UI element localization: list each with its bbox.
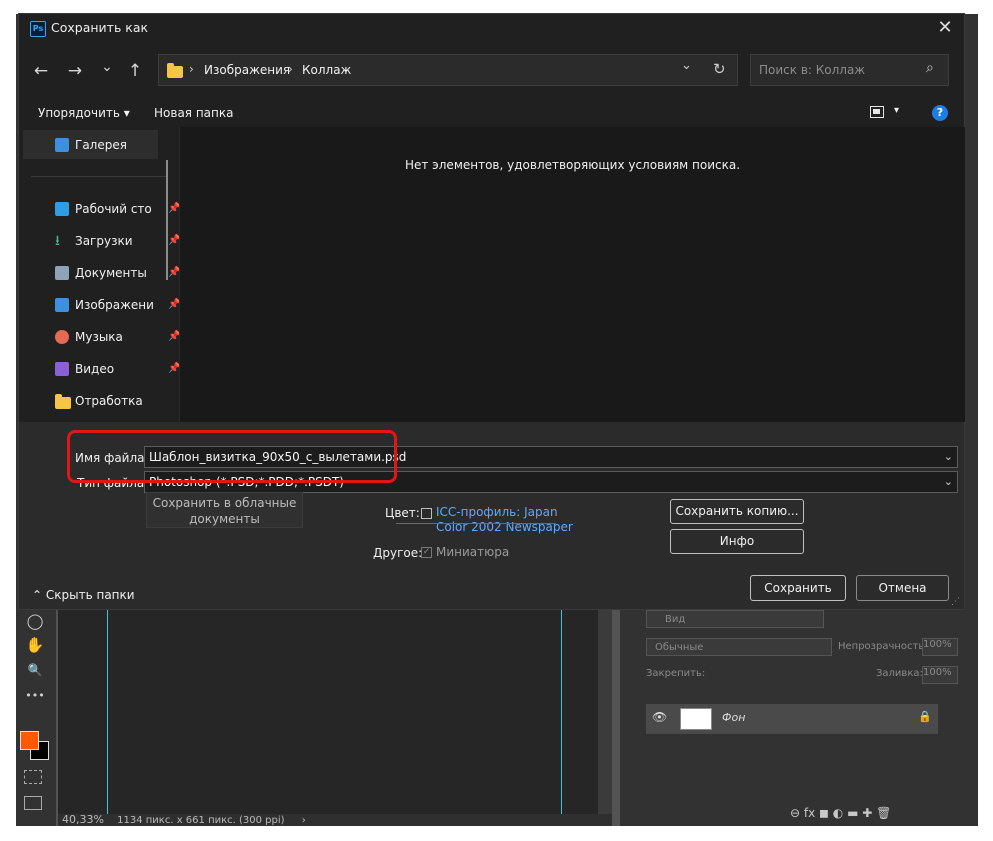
back-arrow-icon[interactable]: ← — [30, 60, 52, 82]
annotation-highlight — [67, 430, 397, 483]
refresh-icon[interactable]: ↻ — [713, 60, 726, 78]
thumbnail-checkbox[interactable]: ✓ — [421, 547, 432, 558]
dialog-title: Сохранить как — [51, 20, 149, 35]
forward-arrow-icon[interactable]: → — [64, 60, 86, 82]
view-options-arrow-icon[interactable]: ▾ — [894, 105, 899, 116]
quick-mask-icon[interactable] — [24, 770, 42, 784]
file-list[interactable]: Нет элементов, удовлетворяющих условиям … — [179, 127, 965, 422]
info-button[interactable]: Инфо — [670, 529, 804, 554]
cancel-button[interactable]: Отмена — [856, 575, 949, 601]
fill-label: Заливка: — [876, 668, 923, 679]
nav-divider — [31, 176, 166, 177]
breadcrumb-collage[interactable]: Коллаж — [302, 63, 351, 77]
help-icon[interactable]: ? — [932, 105, 948, 121]
fill-field[interactable]: 100% — [922, 666, 958, 684]
opacity-field[interactable]: 100% — [922, 638, 958, 656]
search-icon[interactable]: ⌕ — [926, 60, 934, 76]
view-mode-icon[interactable] — [870, 106, 884, 118]
search-input[interactable]: Поиск в: Коллаж — [759, 63, 865, 77]
nav-scrollbar[interactable] — [166, 160, 168, 280]
empty-message: Нет элементов, удовлетворяющих условиям … — [404, 158, 741, 172]
save-as-dialog: Ps Сохранить как ✕ ← → ⌄ ↑ › Изображения… — [19, 14, 965, 609]
folder-icon — [55, 394, 71, 409]
filename-dropdown-icon[interactable]: ⌄ — [944, 447, 953, 467]
breadcrumb-separator: › — [189, 62, 194, 76]
save-to-cloud-button[interactable]: Сохранить в облачные документы — [146, 492, 303, 528]
layer-row-background[interactable]: 👁 Фон 🔒 — [646, 704, 938, 734]
ellipse-tool-icon[interactable]: ◯ — [22, 610, 48, 632]
document-canvas[interactable] — [58, 610, 598, 814]
guide-line-right — [561, 610, 562, 814]
icc-profile-link[interactable]: ICC-профиль: Japan Color 2002 Newspaper — [436, 505, 573, 535]
new-folder-button[interactable]: Новая папка — [154, 106, 233, 120]
pictures-icon — [55, 298, 69, 312]
video-icon — [55, 362, 69, 376]
zoom-tool-icon[interactable]: 🔍 — [22, 659, 48, 681]
recent-locations-icon[interactable]: ⌄ — [96, 56, 118, 78]
up-arrow-icon[interactable]: ↑ — [124, 60, 146, 82]
more-tools-icon[interactable]: ••• — [22, 685, 48, 707]
canvas-scrollbar[interactable] — [598, 610, 612, 814]
folder-icon — [167, 63, 183, 78]
desktop-icon — [55, 202, 69, 216]
lock-label: Закрепить: — [646, 668, 706, 679]
color-label: Цвет: — [385, 506, 420, 520]
screen-mode-icon[interactable] — [24, 796, 42, 810]
breadcrumb-pictures[interactable]: Изображения — [204, 63, 290, 77]
document-info: 1134 пикс. x 661 пикс. (300 ppi) — [117, 815, 285, 826]
status-arrow-icon[interactable]: › — [302, 815, 306, 826]
layers-panel: Вид Обычные Непрозрачность: 100% Закрепи… — [620, 610, 978, 826]
other-label: Другое: — [373, 546, 423, 560]
dialog-titlebar: Ps Сохранить как ✕ — [19, 14, 964, 42]
opacity-label: Непрозрачность: — [838, 641, 928, 652]
eye-icon[interactable]: 👁 — [652, 710, 667, 724]
layer-panel-icons[interactable]: ⊖ fx ◼ ◐ ▬ ✚ 🗑 — [790, 806, 891, 820]
save-copy-button[interactable]: Сохранить копию... — [670, 499, 804, 524]
layer-name: Фон — [722, 711, 746, 724]
thumbnail-label: Миниатюра — [436, 545, 510, 559]
gallery-icon — [55, 138, 69, 152]
zoom-level: 40,33% — [62, 813, 104, 826]
layer-thumbnail — [680, 708, 712, 730]
download-icon: ⭳ — [55, 233, 60, 249]
foreground-color-swatch[interactable] — [20, 731, 39, 750]
hand-tool-icon[interactable]: ✋ — [22, 634, 48, 656]
icc-profile-checkbox[interactable] — [421, 508, 432, 519]
breadcrumb-separator: › — [288, 62, 293, 76]
resize-grip-icon[interactable]: ⋰ — [951, 597, 960, 607]
guide-line-left — [107, 610, 108, 814]
save-button[interactable]: Сохранить — [750, 575, 846, 601]
blend-mode-select[interactable]: Обычные — [646, 638, 832, 656]
documents-icon — [55, 266, 69, 280]
layer-lock-icon: 🔒 — [918, 710, 932, 723]
layer-filter-field[interactable]: Вид — [646, 610, 824, 628]
organize-button[interactable]: Упорядочить ▾ — [38, 106, 130, 120]
photoshop-logo-icon: Ps — [30, 21, 46, 37]
icc-underline — [396, 523, 556, 524]
close-icon[interactable]: ✕ — [931, 16, 959, 40]
filetype-dropdown-icon[interactable]: ⌄ — [944, 472, 953, 492]
address-dropdown-icon[interactable]: ⌄ — [681, 58, 692, 73]
music-icon — [55, 330, 69, 344]
status-bar: 40,33% 1134 пикс. x 661 пикс. (300 ppi) … — [58, 814, 612, 826]
chevron-up-icon: ⌃ — [32, 588, 43, 602]
hide-folders-button[interactable]: ⌃ Скрыть папки — [32, 588, 135, 602]
address-bar[interactable]: › Изображения › Коллаж ⌄ ↻ — [158, 54, 738, 86]
search-box[interactable]: Поиск в: Коллаж ⌕ — [750, 54, 949, 86]
